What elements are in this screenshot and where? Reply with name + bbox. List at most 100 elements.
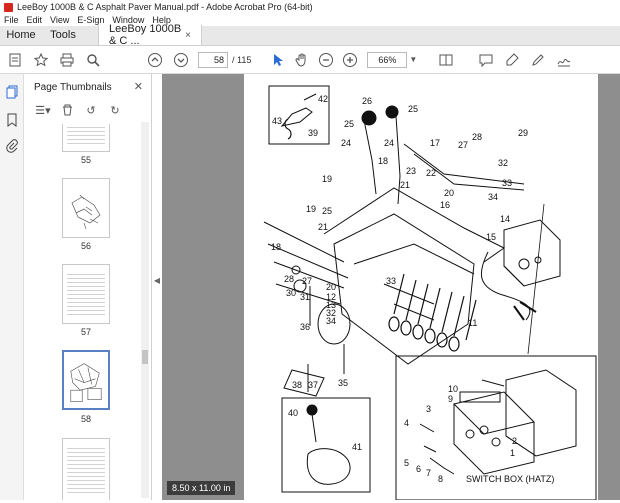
page-up-icon[interactable] [146,51,164,69]
close-icon[interactable]: ✕ [134,80,143,93]
part-label: 11 [468,318,477,328]
part-label: 24 [384,138,394,148]
menu-edit[interactable]: Edit [27,15,43,25]
page-layout-icon[interactable] [437,51,455,69]
menu-esign[interactable]: E-Sign [77,15,104,25]
thumbnail-options-icon[interactable]: ☰▾ [34,102,52,118]
part-label: 42 [318,94,328,104]
create-pdf-icon[interactable] [6,51,24,69]
part-label: 8 [438,474,443,484]
tab-bar: Home Tools LeeBoy 1000B & C ... × [0,23,620,47]
rotate-clockwise-icon[interactable]: ↻ [106,102,124,118]
thumbnail-toolbar: ☰▾ ↺ ↻ [34,102,130,118]
part-label: 40 [288,408,298,418]
hand-icon[interactable] [293,51,311,69]
menu-view[interactable]: View [50,15,69,25]
zoom-in-icon[interactable] [341,51,359,69]
zoom-control: 66% ▼ [367,51,417,68]
part-label: 6 [416,464,421,474]
thumbnail-label: 56 [80,241,91,251]
chevron-down-icon[interactable]: ▼ [409,55,417,64]
star-icon[interactable] [32,51,50,69]
part-label: 5 [404,458,409,468]
tab-document[interactable]: LeeBoy 1000B & C ... × [98,23,202,47]
title-bar: LeeBoy 1000B & C Asphalt Paver Manual.pd… [0,0,620,14]
part-label: 17 [430,138,440,148]
bookmark-icon[interactable] [4,112,20,128]
part-label: 26 [362,96,372,106]
attachment-icon[interactable] [4,138,20,154]
thumbnail-scrollbar[interactable] [141,122,149,498]
thumbnail-page-58[interactable] [62,350,110,410]
part-label: 21 [318,222,328,232]
highlight-pen-icon[interactable] [503,51,521,69]
part-label: 20 [326,282,336,292]
part-label: 28 [472,132,482,142]
part-label: 15 [486,232,496,242]
page-down-icon[interactable] [172,51,190,69]
tab-close-button[interactable]: × [185,30,191,41]
zoom-input[interactable]: 66% [367,51,408,68]
part-label: 37 [308,380,318,390]
thumbnail-page-55[interactable] [62,124,110,152]
thumbnail-page-56[interactable] [62,178,110,238]
part-label: 25 [344,119,354,129]
zoom-out-icon[interactable] [317,51,335,69]
part-label: 34 [326,316,336,326]
tab-home[interactable]: Home [0,25,42,45]
part-label: 29 [518,128,528,138]
part-label: 35 [338,378,348,388]
scrollbar-thumb[interactable] [142,350,148,364]
page-count: / 115 [232,54,252,65]
comment-icon[interactable] [477,51,495,69]
rotate-counterclockwise-icon[interactable]: ↺ [82,102,100,118]
menu-file[interactable]: File [4,15,19,25]
part-label: 9 [448,394,453,404]
part-label: 18 [271,242,281,252]
part-labels: 42 43 39 26 25 25 24 24 18 17 28 27 29 3… [271,94,554,484]
delete-page-icon[interactable] [58,102,76,118]
page-number-input[interactable]: 58 [198,51,228,68]
part-label: 38 [292,380,302,390]
part-label: 33 [502,178,512,188]
panel-title: Page Thumbnails [34,82,112,93]
part-label: 18 [378,156,388,166]
part-label: 23 [406,166,416,176]
draw-icon[interactable] [529,51,547,69]
page-number-control: 58 / 115 [198,51,252,68]
print-icon[interactable] [58,51,76,69]
part-label: 36 [300,322,310,332]
tab-document-label: LeeBoy 1000B & C ... [109,23,182,47]
thumbnail-page-57[interactable] [62,264,110,324]
fill-sign-icon[interactable] [555,51,573,69]
thumbnail-label: 58 [80,414,91,424]
tab-tools[interactable]: Tools [42,25,84,45]
part-label: 30 [286,288,296,298]
part-label: 3 [426,404,431,414]
main-toolbar: 58 / 115 66% ▼ [0,46,620,74]
thumbnail-page-59[interactable] [62,438,110,500]
part-label: 21 [400,180,410,190]
menu-bar: File Edit View E-Sign Window Help [0,14,620,26]
part-label: 39 [308,128,318,138]
part-label: 2 [512,436,517,446]
left-navigation-rail [0,74,24,500]
search-icon[interactable] [84,51,102,69]
part-label: 43 [272,116,282,126]
part-label: 32 [498,158,508,168]
page-thumbnails-icon[interactable] [4,84,20,100]
part-label: 27 [458,140,468,150]
thumbnail-label: 55 [80,155,91,165]
collapse-panel-icon[interactable]: ◀ [152,270,162,290]
part-label: 28 [284,274,294,284]
part-label: 19 [306,204,316,214]
acrobat-app-icon [4,2,13,12]
part-label: 20 [444,188,454,198]
part-label: 25 [408,104,418,114]
part-label: 4 [404,418,409,428]
select-cursor-icon[interactable] [269,51,287,69]
part-label: 22 [426,168,436,178]
part-label: 10 [448,384,458,394]
page-thumbnails-panel: Page Thumbnails ✕ ☰▾ ↺ ↻ 55 56 57 58 [24,74,152,500]
part-label: 31 [300,292,310,302]
